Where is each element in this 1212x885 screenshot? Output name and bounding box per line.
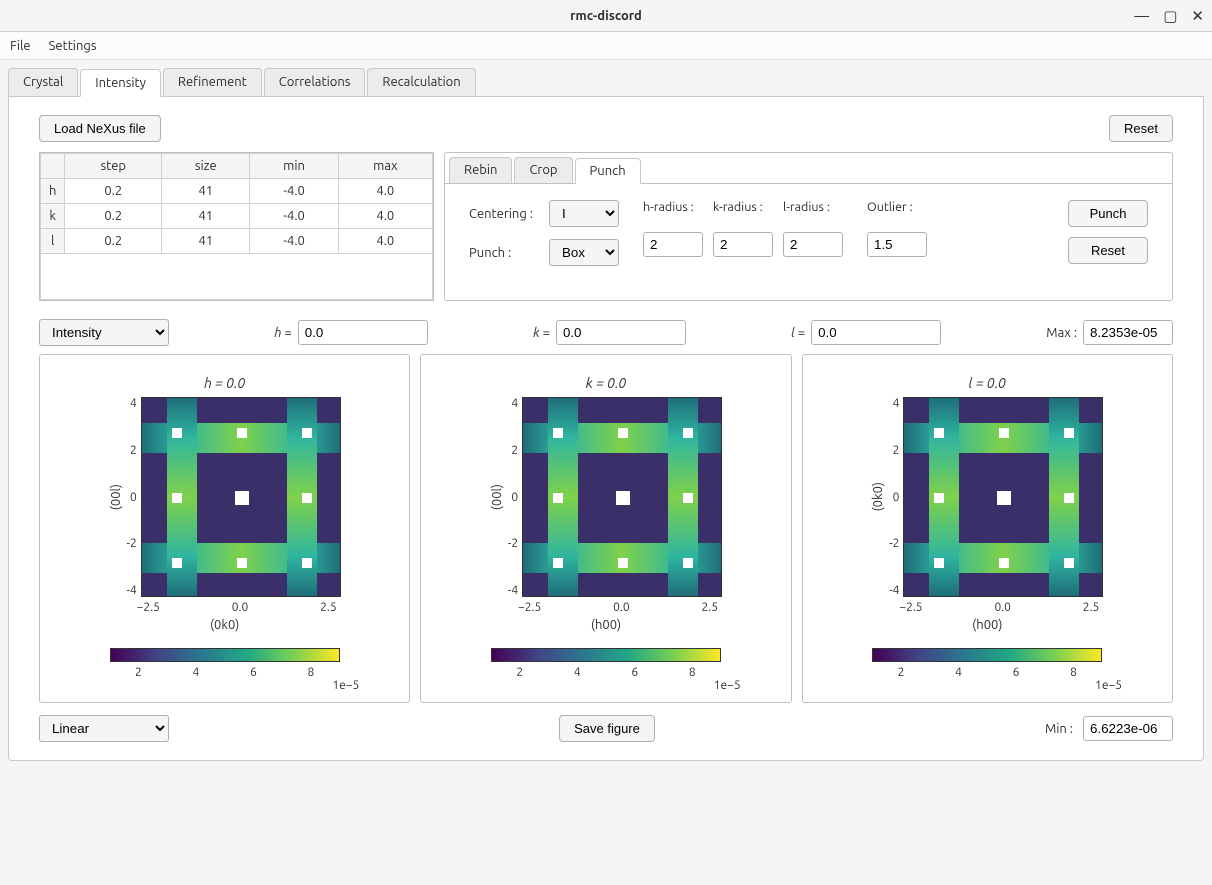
k-slice-label: k = (533, 326, 550, 340)
colorbar: 24681e−5 (60, 648, 389, 692)
intensity-tab-content: Load NeXus file Reset step size min max (8, 97, 1204, 761)
scale-mode-select[interactable]: Linear (39, 715, 169, 742)
heatmap (903, 397, 1103, 597)
tab-crystal[interactable]: Crystal (8, 68, 78, 96)
l-radius-label: l-radius : (783, 200, 843, 214)
h-slice-label: h = (274, 326, 292, 340)
plot-panel-2: l = 0.0 (0k0) 420-2-4−2.50.02.5 (h00) 24681e… (802, 354, 1173, 703)
k-radius-label: k-radius : (713, 200, 773, 214)
reset-top-button[interactable]: Reset (1109, 115, 1173, 142)
l-slice-label: l = (791, 326, 805, 340)
load-nexus-button[interactable]: Load NeXus file (39, 115, 161, 142)
titlebar: rmc-discord — ▢ ✕ (0, 0, 1212, 32)
save-figure-button[interactable]: Save figure (559, 715, 655, 742)
minimize-icon[interactable]: — (1134, 7, 1149, 25)
l-slice-input[interactable] (811, 320, 941, 345)
xticks: −2.50.02.5 (518, 601, 718, 614)
plot-title: h = 0.0 (204, 375, 245, 391)
tab-correlations[interactable]: Correlations (264, 68, 366, 96)
yticks: 420-2-4 (889, 397, 899, 597)
colorbar: 24681e−5 (441, 648, 770, 692)
xticks: −2.50.02.5 (899, 601, 1099, 614)
tab-refinement[interactable]: Refinement (163, 68, 262, 96)
k-slice-input[interactable] (556, 320, 686, 345)
table-row: l 0.2 41 -4.0 4.0 (41, 229, 433, 254)
ylabel: (00l) (490, 484, 504, 510)
l-radius-input[interactable] (783, 232, 843, 257)
tab-recalculation[interactable]: Recalculation (367, 68, 475, 96)
xlabel: (0k0) (60, 618, 389, 632)
xticks: −2.50.02.5 (137, 601, 337, 614)
tab-intensity[interactable]: Intensity (80, 69, 161, 97)
reset-punch-button[interactable]: Reset (1068, 237, 1148, 264)
ylabel: (00l) (109, 484, 123, 510)
ylabel: (0k0) (871, 482, 885, 511)
close-icon[interactable]: ✕ (1191, 7, 1204, 25)
main-tab-strip: Crystal Intensity Refinement Correlation… (8, 68, 1204, 97)
maximize-icon[interactable]: ▢ (1163, 7, 1177, 25)
max-input[interactable] (1083, 320, 1173, 345)
plot-panel-0: h = 0.0 (00l) 420-2-4−2.50.02.5 (0k0) 24681e… (39, 354, 410, 703)
outlier-input[interactable] (867, 232, 927, 257)
table-row: h 0.2 41 -4.0 4.0 (41, 179, 433, 204)
max-label: Max : (1046, 326, 1077, 340)
k-radius-input[interactable] (713, 232, 773, 257)
axis-table: step size min max h 0.2 41 -4.0 4.0 (39, 152, 434, 301)
h-radius-input[interactable] (643, 232, 703, 257)
min-input[interactable] (1083, 716, 1173, 741)
subtab-punch[interactable]: Punch (575, 158, 641, 184)
min-label: Min : (1045, 722, 1073, 736)
heatmap (141, 397, 341, 597)
h-radius-label: h-radius : (643, 200, 703, 214)
plot-title: k = 0.0 (586, 375, 627, 391)
col-max: max (338, 154, 432, 179)
col-min: min (250, 154, 338, 179)
plot-title: l = 0.0 (969, 375, 1007, 391)
plot-panel-1: k = 0.0 (00l) 420-2-4−2.50.02.5 (h00) 24681e… (420, 354, 791, 703)
yticks: 420-2-4 (508, 397, 518, 597)
heatmap (522, 397, 722, 597)
punch-type-select[interactable]: Box (549, 239, 619, 266)
slice-mode-select[interactable]: Intensity (39, 319, 169, 346)
col-size: size (162, 154, 250, 179)
menu-settings[interactable]: Settings (49, 39, 97, 53)
centering-select[interactable]: I (549, 200, 619, 227)
subtab-crop[interactable]: Crop (514, 157, 572, 183)
menubar: File Settings (0, 32, 1212, 60)
centering-label: Centering : (469, 207, 541, 221)
subtab-rebin[interactable]: Rebin (449, 157, 512, 183)
xlabel: (h00) (441, 618, 770, 632)
h-slice-input[interactable] (298, 320, 428, 345)
punch-button[interactable]: Punch (1068, 200, 1148, 227)
xlabel: (h00) (823, 618, 1152, 632)
yticks: 420-2-4 (127, 397, 137, 597)
window-title: rmc-discord (570, 9, 642, 23)
table-row: k 0.2 41 -4.0 4.0 (41, 204, 433, 229)
col-step: step (65, 154, 162, 179)
colorbar: 24681e−5 (823, 648, 1152, 692)
menu-file[interactable]: File (10, 39, 31, 53)
outlier-label: Outlier : (867, 200, 927, 214)
punch-panel: Rebin Crop Punch Centering : I Punch : B… (444, 152, 1173, 301)
punch-type-label: Punch : (469, 246, 541, 260)
